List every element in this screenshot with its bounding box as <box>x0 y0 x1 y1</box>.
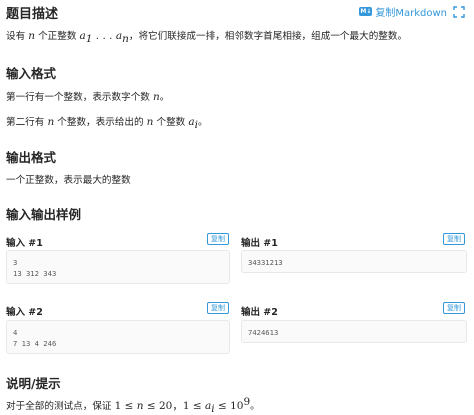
sample-2-output-label: 输出 #2 <box>241 307 278 318</box>
problem-toolbar: M↓ 复制Markdown <box>359 4 468 19</box>
if-line1-var: n <box>152 91 160 103</box>
samples-title: 输入输出样例 <box>6 207 82 222</box>
input-format-line1: 第一行有一个整数，表示数字个数 n。 <box>6 89 169 103</box>
desc-pre: 设有 <box>6 31 29 42</box>
hint-c1: 1 ≤ <box>114 400 137 413</box>
output-format-line1: 一个正整数，表示最大的整数 <box>6 175 131 186</box>
hint-c3: ≤ 10 <box>214 400 244 413</box>
copy-markdown-label: 复制Markdown <box>375 8 447 19</box>
if-line2-pre: 第二行有 <box>6 117 48 128</box>
sample-1-output-copy-button[interactable]: 复制 <box>443 233 465 245</box>
desc-post: ，将它们联接成一排，相邻数字首尾相接，组成一个最大的整数。 <box>128 31 408 42</box>
input-format-title: 输入格式 <box>6 66 57 81</box>
if-line2-post: 。 <box>197 117 208 128</box>
sample-2-output-code: 7424613 <box>241 320 467 343</box>
if-line2-mid2: 个整数 <box>153 117 189 128</box>
hint-c2: ≤ 20，1 ≤ <box>143 400 206 413</box>
sample-1-input-copy-button[interactable]: 复制 <box>207 233 229 245</box>
copy-markdown-button[interactable]: M↓ 复制Markdown <box>359 4 447 19</box>
input-format-line2: 第二行有 n 个整数，表示给出的 n 个整数 ai。 <box>6 114 208 131</box>
desc-dots: . . . <box>92 30 116 42</box>
hint-title: 说明/提示 <box>6 376 61 391</box>
hint-text: 对于全部的测试点，保证 1 ≤ n ≤ 20，1 ≤ ai ≤ 109。 <box>6 396 260 415</box>
markdown-icon: M↓ <box>359 7 373 16</box>
expand-icon <box>453 5 465 18</box>
sample-1-output-label: 输出 #1 <box>241 238 278 249</box>
sample-1-input-label: 输入 #1 <box>6 238 43 249</box>
sample-1-input-code: 3 13 312 343 <box>6 250 230 284</box>
if-line1-pre: 第一行有一个整数，表示数字个数 <box>6 92 153 103</box>
problem-description-title: 题目描述 <box>6 7 59 22</box>
sample-2-output-copy-button[interactable]: 复制 <box>443 302 465 314</box>
sample-2-input-code: 4 7 13 4 246 <box>6 320 230 354</box>
desc-mid: 个正整数 <box>35 31 80 42</box>
sample-2-input-copy-button[interactable]: 复制 <box>207 302 229 314</box>
sample-2-input-label: 输入 #2 <box>6 307 43 318</box>
sample-1-output-code: 34331213 <box>241 250 467 273</box>
desc-var-n: n <box>28 30 36 42</box>
expand-button[interactable] <box>453 5 468 18</box>
if-line1-post: 。 <box>159 92 170 103</box>
desc-sub-n: n <box>122 32 129 45</box>
output-format-title: 输出格式 <box>6 150 57 165</box>
hint-var-n: n <box>136 400 144 413</box>
problem-description-text: 设有 n 个正整数 a1 . . . an，将它们联接成一排，相邻数字首尾相接，… <box>6 28 407 45</box>
if-line2-mid: 个整数，表示给出的 <box>54 117 147 128</box>
